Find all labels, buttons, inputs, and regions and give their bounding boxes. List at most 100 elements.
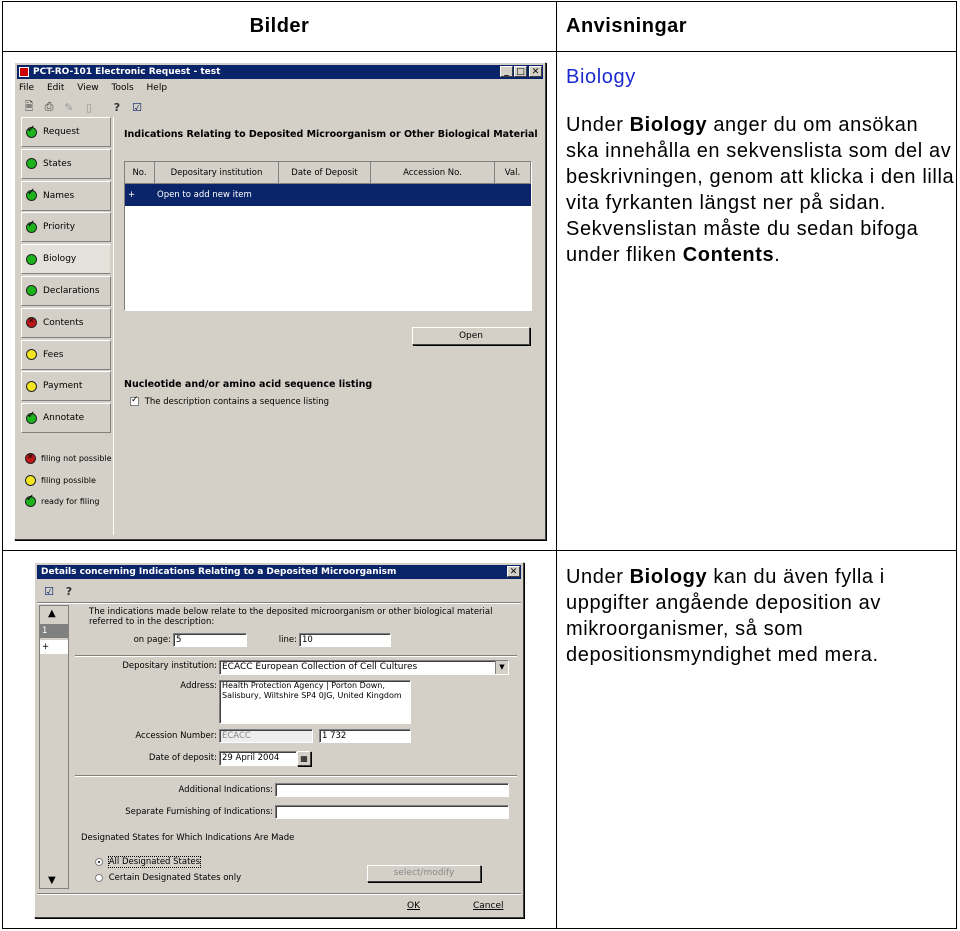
app-icon (19, 67, 29, 77)
status-warning-icon (26, 349, 37, 361)
address-textarea[interactable]: Health Protection Agency | Porton Down, … (219, 680, 411, 724)
dialog-close-button[interactable]: ✕ (507, 566, 520, 577)
sidebar: Request States Names Priority Biology De… (21, 117, 111, 435)
intro-text: The indications made below relate to the… (89, 607, 493, 627)
additional-label: Additional Indications: (178, 785, 273, 795)
grid-header-institution[interactable]: Depositary institution (155, 162, 279, 184)
list-item[interactable]: 1 (40, 624, 68, 638)
address-label: Address: (180, 681, 217, 691)
row2-instruction: Under Biology kan du även fylla i uppgif… (566, 566, 885, 666)
radio-certain-states[interactable] (95, 873, 103, 882)
dialog-titlebar: Details concerning Indications Relating … (37, 565, 521, 579)
accession-label: Accession Number: (135, 731, 217, 741)
dialog-title: Details concerning Indications Relating … (41, 567, 397, 577)
grid-header-no[interactable]: No. (125, 162, 155, 184)
menubar: File Edit View Tools Help (19, 81, 177, 95)
panel-title: Indications Relating to Deposited Microo… (124, 129, 538, 140)
grid-row-new[interactable]: + Open to add new item (125, 184, 531, 206)
sequence-row: The description contains a sequence list… (130, 395, 329, 407)
footer-separator (37, 893, 521, 895)
sidebar-item-contents[interactable]: Contents (21, 307, 111, 338)
help-icon[interactable]: ? (61, 583, 77, 599)
menu-help[interactable]: Help (147, 83, 168, 93)
sign-icon[interactable]: ✎ (61, 99, 77, 115)
dialog-toolbar: ☑ ? (41, 583, 77, 599)
validate-icon[interactable]: ☑ (129, 99, 145, 115)
open-button[interactable]: Open (412, 327, 530, 345)
date-input[interactable]: 29 April 2004 (219, 751, 297, 766)
legend-item: ready for filing (25, 493, 99, 507)
maximize-button[interactable]: □ (514, 66, 527, 77)
status-ready-icon (26, 187, 37, 202)
sidebar-item-fees[interactable]: Fees (21, 339, 111, 370)
separate-label: Separate Furnishing of Indications: (125, 807, 273, 817)
minimize-button[interactable]: _ (500, 66, 513, 77)
menu-tools[interactable]: Tools (111, 83, 133, 93)
select-modify-button[interactable]: select/modify (367, 865, 481, 882)
deposit-grid[interactable]: No. Depositary institution Date of Depos… (124, 161, 532, 311)
close-button[interactable]: ✕ (529, 66, 542, 77)
line-input[interactable]: 10 (299, 633, 391, 647)
grid-header-val[interactable]: Val. (495, 162, 531, 184)
grid-header-date[interactable]: Date of Deposit (279, 162, 371, 184)
scroll-down-icon[interactable]: ▼ (48, 875, 56, 886)
window-titlebar: PCT-RO-101 Electronic Request - test _ □… (17, 65, 543, 79)
designated-label: Designated States for Which Indications … (81, 833, 295, 843)
document-icon[interactable]: ▯ (81, 99, 97, 115)
validate-icon[interactable]: ☑ (41, 583, 57, 599)
print-preview-icon[interactable]: 🗎 (21, 99, 37, 115)
accession-number-input[interactable]: 1 732 (319, 729, 411, 743)
status-warning-icon (26, 380, 37, 392)
calendar-icon[interactable]: ▦ (297, 751, 311, 766)
sidebar-item-priority[interactable]: Priority (21, 212, 111, 243)
item-list[interactable]: ▲ 1 + ▼ (39, 605, 69, 889)
radio-all-row: All Designated States (95, 856, 202, 868)
sidebar-item-payment[interactable]: Payment (21, 371, 111, 402)
status-error-icon (26, 316, 37, 329)
status-ready-icon (26, 410, 37, 424)
depositary-select[interactable]: ECACC European Collection of Cell Cultur… (219, 660, 509, 675)
toolbar-separator (37, 602, 521, 604)
column-divider (556, 2, 557, 928)
sidebar-item-annotate[interactable]: Annotate (21, 403, 111, 434)
sidebar-item-biology[interactable]: Biology (21, 244, 111, 275)
sidebar-item-request[interactable]: Request (21, 117, 111, 147)
section-separator (75, 775, 517, 777)
sequence-listing-checkbox[interactable] (130, 395, 139, 406)
filing-not-possible-icon (25, 452, 36, 464)
section-separator (75, 655, 517, 657)
date-label: Date of deposit: (148, 753, 217, 763)
line-label: line: (278, 635, 297, 645)
menu-edit[interactable]: Edit (47, 83, 64, 93)
window-title: PCT-RO-101 Electronic Request - test (33, 67, 221, 77)
scroll-up-icon[interactable]: ▲ (48, 608, 56, 619)
list-item[interactable]: + (40, 640, 68, 654)
instruction-title: Biology (566, 66, 636, 88)
row1-instruction: Biology Under Biology anger du om ansöka… (566, 64, 956, 268)
menu-view[interactable]: View (77, 83, 98, 93)
on-page-input[interactable]: 5 (173, 633, 247, 647)
separate-furnishing-input[interactable] (275, 805, 509, 819)
sidebar-item-declarations[interactable]: Declarations (21, 275, 111, 306)
request-window: PCT-RO-101 Electronic Request - test _ □… (14, 62, 546, 540)
status-ok-icon (26, 253, 37, 265)
instruction-text: Under Biology anger du om ansökan ska in… (566, 114, 955, 266)
details-dialog: Details concerning Indications Relating … (34, 562, 524, 918)
sidebar-item-names[interactable]: Names (21, 180, 111, 211)
accession-prefix-field: ECACC (219, 729, 313, 743)
sequence-title: Nucleotide and/or amino acid sequence li… (124, 379, 373, 390)
chevron-down-icon[interactable]: ▼ (495, 661, 508, 674)
header-divider (3, 51, 956, 52)
header-images: Bilder (249, 15, 310, 37)
ok-button[interactable]: OK (407, 901, 420, 911)
cancel-button[interactable]: Cancel (473, 901, 504, 911)
biology-pane: Indications Relating to Deposited Microo… (113, 117, 542, 535)
radio-all-states[interactable] (95, 857, 103, 866)
help-icon[interactable]: ? (109, 99, 125, 115)
additional-indications-input[interactable] (275, 783, 509, 797)
print-icon[interactable]: ⎙ (41, 99, 57, 115)
menu-file[interactable]: File (19, 83, 34, 93)
grid-header-accession[interactable]: Accession No. (371, 162, 495, 184)
sidebar-item-states[interactable]: States (21, 148, 111, 179)
header-instructions: Anvisningar (566, 15, 688, 37)
